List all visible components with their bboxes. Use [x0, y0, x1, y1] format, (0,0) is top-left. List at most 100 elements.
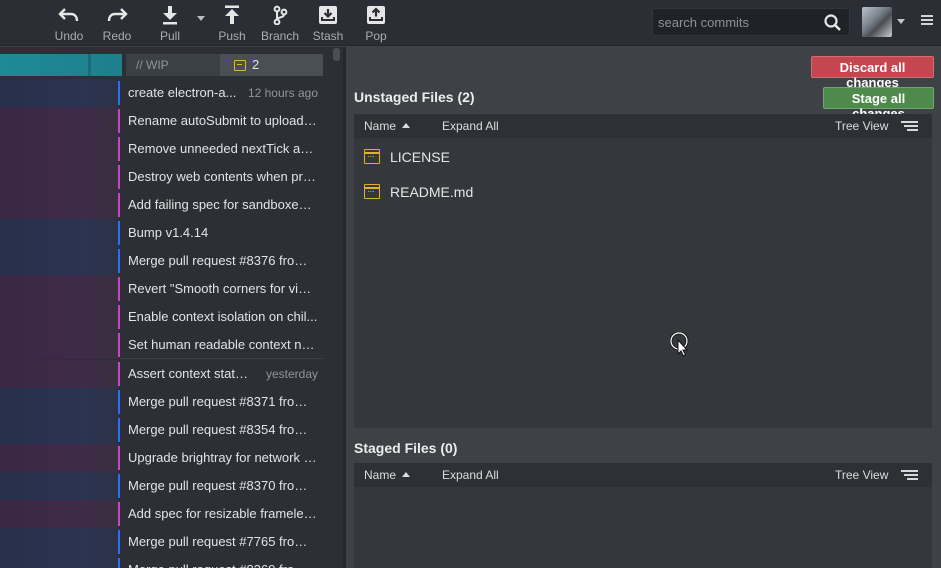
wip-file-count: 2 — [220, 54, 323, 76]
commit-graph-lane — [0, 107, 118, 135]
commit-row[interactable]: Revert "Smooth corners for vibr... — [0, 275, 323, 303]
commit-message: Merge pull request #8376 from ... — [128, 253, 318, 268]
branch-color-marker — [118, 221, 120, 245]
tree-view-button[interactable]: Tree View — [835, 119, 888, 133]
branch-button[interactable]: Branch — [256, 3, 304, 43]
commit-graph-lane — [0, 219, 118, 247]
expand-all-button[interactable]: Expand All — [442, 468, 499, 482]
commit-graph-lane — [0, 500, 118, 528]
modified-file-icon — [364, 149, 380, 164]
undo-button[interactable]: Undo — [45, 3, 93, 43]
tree-view-icon[interactable] — [901, 470, 918, 480]
branch-color-marker — [118, 390, 120, 414]
branch-color-marker — [118, 558, 120, 568]
wip-row[interactable]: // WIP 2 — [0, 54, 323, 76]
file-row-readme[interactable]: README.md — [354, 177, 932, 205]
commit-message: Merge pull request #8354 from ... — [128, 422, 318, 437]
tree-view-button[interactable]: Tree View — [835, 468, 888, 482]
branch-color-marker — [118, 333, 120, 357]
branch-color-marker — [118, 474, 120, 498]
push-label: Push — [218, 29, 246, 43]
commit-row[interactable]: Assert context state ... yesterday — [0, 360, 323, 388]
commit-row[interactable]: Merge pull request #8371 from ... — [0, 388, 323, 416]
staged-files-header: Name Expand All Tree View — [354, 463, 932, 487]
redo-label: Redo — [102, 29, 132, 43]
tree-view-icon[interactable] — [901, 121, 918, 131]
pop-button[interactable]: Pop — [352, 3, 400, 43]
hamburger-menu-icon[interactable] — [921, 15, 933, 27]
wip-count-value: 2 — [252, 57, 260, 72]
branch-color-marker — [118, 165, 120, 189]
commit-row[interactable]: Enable context isolation on chil... — [0, 303, 323, 331]
commit-graph-lane — [0, 191, 118, 219]
commit-graph-lane — [0, 247, 118, 275]
branch-color-marker — [118, 446, 120, 470]
sort-by-name-button[interactable]: Name — [364, 119, 411, 133]
commit-row[interactable]: Merge pull request #7765 from ... — [0, 528, 323, 556]
modified-file-icon — [364, 184, 380, 199]
push-button[interactable]: Push — [208, 3, 256, 43]
commit-message: Set human readable context na... — [128, 337, 318, 352]
branch-color-marker — [118, 362, 120, 386]
branch-color-marker — [118, 502, 120, 526]
sort-ascending-icon — [402, 123, 411, 128]
file-name: README.md — [390, 184, 474, 200]
stage-all-button[interactable]: Stage all changes — [823, 87, 934, 121]
commit-graph-lane — [0, 388, 118, 416]
commit-message: Merge pull request #8369 from ... — [128, 562, 318, 568]
expand-all-button[interactable]: Expand All — [442, 119, 499, 133]
commit-row[interactable]: Remove unneeded nextTick and... — [0, 135, 323, 163]
commit-row[interactable]: Merge pull request #8354 from ... — [0, 416, 323, 444]
commit-graph-lane — [0, 528, 118, 556]
commit-message: Merge pull request #8370 from ... — [128, 478, 318, 493]
push-icon — [225, 5, 239, 24]
commit-row[interactable]: Upgrade brightray for network e... — [0, 444, 323, 472]
file-row-license[interactable]: LICENSE — [354, 142, 932, 170]
commit-row[interactable]: Merge pull request #8369 from ... — [0, 556, 323, 568]
commit-message: Merge pull request #7765 from ... — [128, 534, 318, 549]
account-chevron-down-icon[interactable] — [897, 19, 905, 24]
branch-color-marker — [118, 305, 120, 329]
commit-graph-lane — [0, 556, 118, 568]
sort-ascending-icon — [402, 472, 411, 477]
avatar[interactable] — [862, 7, 892, 37]
name-column-label: Name — [364, 119, 397, 133]
branch-color-marker — [118, 277, 120, 301]
commit-row[interactable]: Add failing spec for sandboxed ... — [0, 191, 323, 219]
discard-all-button[interactable]: Discard all changes — [811, 56, 934, 90]
commit-message: Enable context isolation on chil... — [128, 309, 318, 324]
search-box — [652, 8, 850, 36]
modified-file-icon — [234, 60, 246, 71]
day-separator — [120, 358, 323, 359]
commit-row[interactable]: Rename autoSubmit to uploadT... — [0, 107, 323, 135]
commit-row[interactable]: Merge pull request #8370 from ... — [0, 472, 323, 500]
commit-row[interactable]: Merge pull request #8376 from ... — [0, 247, 323, 275]
sort-by-name-button[interactable]: Name — [364, 468, 411, 482]
unstaged-files-panel: Name Expand All Tree View LICENSE README… — [354, 114, 932, 428]
branch-color-marker — [118, 193, 120, 217]
commit-message: Assert context state ... — [128, 366, 253, 381]
commit-graph-lane — [0, 360, 118, 388]
search-icon[interactable] — [823, 13, 843, 33]
pull-options-chevron-icon[interactable] — [197, 16, 205, 21]
commit-message: Destroy web contents when pre... — [128, 169, 318, 184]
stash-button[interactable]: Stash — [304, 3, 352, 43]
redo-button[interactable]: Redo — [93, 3, 141, 43]
commit-row[interactable]: Bump v1.4.14 — [0, 219, 323, 247]
branch-icon — [273, 5, 288, 25]
commit-row[interactable]: Add spec for resizable frameles... — [0, 500, 323, 528]
pop-label: Pop — [365, 29, 387, 43]
commit-message: Remove unneeded nextTick and... — [128, 141, 318, 156]
commit-graph-lane — [0, 331, 118, 359]
branch-color-marker — [118, 249, 120, 273]
commit-row[interactable]: create electron-a... 12 hours ago — [0, 79, 323, 107]
commit-graph-lane — [0, 303, 118, 331]
pull-button[interactable]: Pull — [146, 3, 194, 43]
toolbar: Undo Redo Pull Push Branch Stash Pop — [0, 0, 941, 46]
search-input[interactable] — [658, 13, 818, 31]
commit-message: Add failing spec for sandboxed ... — [128, 197, 318, 212]
commit-time: yesterday — [261, 367, 318, 381]
scrollbar-thumb[interactable] — [333, 48, 340, 61]
commit-row[interactable]: Set human readable context na... — [0, 331, 323, 359]
commit-row[interactable]: Destroy web contents when pre... — [0, 163, 323, 191]
